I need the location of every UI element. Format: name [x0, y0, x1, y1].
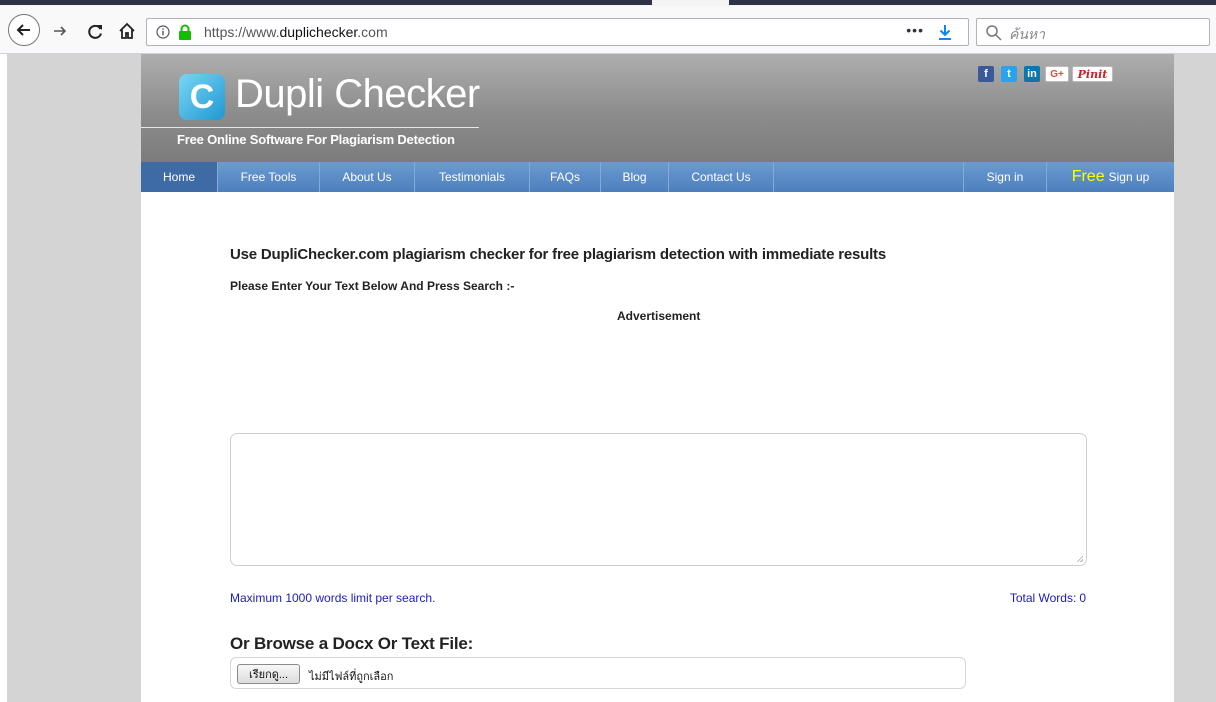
- search-bar[interactable]: ค้นหา: [976, 18, 1210, 46]
- instructions-text: Please Enter Your Text Below And Press S…: [230, 279, 515, 293]
- nav-item-testimonials[interactable]: Testimonials: [415, 162, 530, 192]
- pinterest-icon[interactable]: Pinit: [1072, 66, 1113, 82]
- nav-item-sign-in[interactable]: Sign in: [963, 162, 1047, 192]
- advertisement-label: Advertisement: [617, 309, 701, 323]
- browse-file-title: Or Browse a Docx Or Text File:: [230, 634, 474, 653]
- home-button[interactable]: [114, 18, 140, 44]
- left-edge: [0, 54, 7, 702]
- main-nav: Home Free Tools About Us Testimonials FA…: [141, 162, 1174, 192]
- logo-text[interactable]: Dupli Checker: [235, 72, 480, 117]
- logo-letter: C: [189, 78, 215, 116]
- reload-button[interactable]: [82, 18, 108, 44]
- page-viewport: C Dupli Checker Free Online Software For…: [0, 54, 1216, 702]
- file-status-text: ไม่มีไฟล์ที่ถูกเลือก: [309, 671, 394, 683]
- resize-handle-icon[interactable]: [1076, 555, 1083, 562]
- browser-toolbar: https://www.duplichecker.com ••• ค้นหา: [0, 6, 1216, 54]
- home-icon: [119, 22, 135, 39]
- site-header: C Dupli Checker Free Online Software For…: [141, 54, 1174, 162]
- arrow-left-icon: [16, 24, 30, 36]
- lock-icon[interactable]: [178, 24, 192, 40]
- page-container: C Dupli Checker Free Online Software For…: [141, 54, 1174, 702]
- reload-icon: [87, 24, 102, 39]
- sign-up-label: Sign up: [1108, 170, 1150, 184]
- nav-item-home[interactable]: Home: [141, 162, 218, 192]
- facebook-icon[interactable]: f: [978, 66, 994, 82]
- url-text[interactable]: https://www.duplichecker.com: [204, 24, 388, 40]
- back-button[interactable]: [8, 14, 40, 46]
- total-words-label: Total Words:: [1009, 591, 1077, 605]
- url-bar[interactable]: https://www.duplichecker.com •••: [146, 18, 969, 46]
- search-icon: [986, 25, 1002, 41]
- forward-button[interactable]: [47, 18, 73, 44]
- nav-item-sign-up[interactable]: Free Sign up: [1047, 162, 1174, 192]
- logo-icon[interactable]: C: [179, 74, 225, 120]
- free-label: Free: [1071, 168, 1105, 185]
- nav-item-about-us[interactable]: About Us: [320, 162, 415, 192]
- download-icon[interactable]: [936, 23, 954, 41]
- tagline: Free Online Software For Plagiarism Dete…: [177, 132, 455, 147]
- nav-item-blog[interactable]: Blog: [601, 162, 669, 192]
- logo-divider: [141, 127, 479, 128]
- url-domain: duplichecker: [279, 24, 358, 40]
- nav-item-contact-us[interactable]: Contact Us: [669, 162, 774, 192]
- nav-item-faqs[interactable]: FAQs: [530, 162, 601, 192]
- googleplus-icon[interactable]: G+: [1045, 66, 1069, 82]
- file-upload-field[interactable]: เรียกดู... ไม่มีไฟล์ที่ถูกเลือก: [230, 657, 966, 689]
- search-input[interactable]: ค้นหา: [1009, 24, 1045, 46]
- page-headline: Use DupliChecker.com plagiarism checker …: [230, 246, 886, 263]
- tab-strip-left: [0, 0, 652, 5]
- total-words-value: 0: [1079, 591, 1086, 605]
- url-suffix: .com: [357, 24, 388, 40]
- word-limit-note: Maximum 1000 words limit per search.: [230, 591, 436, 605]
- tab-strip-right: [729, 0, 1216, 5]
- browse-file-button[interactable]: เรียกดู...: [237, 664, 300, 684]
- twitter-icon[interactable]: t: [1001, 66, 1017, 82]
- info-icon[interactable]: [156, 25, 170, 39]
- nav-item-free-tools[interactable]: Free Tools: [218, 162, 320, 192]
- url-prefix: https://www.: [204, 24, 280, 40]
- linkedin-icon[interactable]: in: [1024, 66, 1040, 82]
- text-input-area[interactable]: [230, 433, 1087, 566]
- page-actions-button[interactable]: •••: [906, 22, 924, 38]
- total-words-counter: Total Words: 0: [1010, 591, 1086, 605]
- arrow-right-icon: [54, 26, 67, 36]
